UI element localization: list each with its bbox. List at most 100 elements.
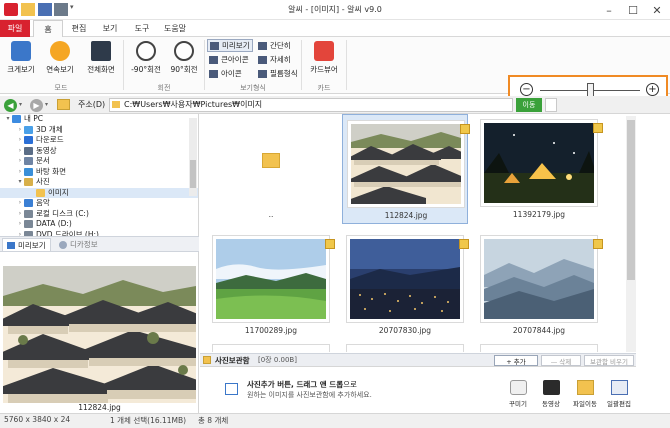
rotate-left-label: -90°회전: [131, 65, 161, 74]
expand-arrow-icon[interactable]: ›: [16, 156, 24, 167]
album-add-button[interactable]: + 추가: [494, 355, 538, 366]
tab-help[interactable]: 도움말: [158, 20, 192, 37]
file-cell-112824[interactable]: 112824.jpg: [342, 114, 470, 224]
rotate-right-button[interactable]: 90°회전: [166, 41, 202, 75]
tree-item[interactable]: › 바탕 화면: [0, 167, 198, 178]
pictures-icon: [24, 178, 33, 187]
tab-camera-info[interactable]: 디카정보: [55, 238, 102, 251]
details-icon: [258, 55, 267, 64]
minimize-button[interactable]: –: [598, 0, 620, 20]
view-simple-option[interactable]: 간단히: [256, 39, 293, 52]
tree-item-label: 음악: [36, 198, 50, 207]
forward-icon[interactable]: ▶: [30, 99, 43, 112]
file-name: 11392179.jpg: [512, 210, 566, 219]
forward-dropdown-icon[interactable]: ▾: [45, 101, 48, 108]
slideshow-label: 연속보기: [46, 65, 74, 74]
file-name: 20707844.jpg: [512, 326, 566, 335]
thumbnail: [480, 235, 603, 323]
fullscreen-button[interactable]: 전체화면: [82, 41, 120, 75]
flag-icon: [459, 239, 469, 249]
desktop-icon: [24, 167, 33, 176]
maximize-button[interactable]: ☐: [622, 0, 644, 20]
tree-item[interactable]: › 문서: [0, 156, 198, 167]
tree-scroll-thumb[interactable]: [190, 160, 196, 188]
file-name: 20707830.jpg: [378, 326, 432, 335]
rotate-left-button[interactable]: -90°회전: [127, 41, 165, 75]
up-folder-icon[interactable]: [57, 99, 70, 110]
expand-arrow-icon[interactable]: ›: [16, 135, 24, 146]
zoom-thumb[interactable]: [587, 83, 594, 97]
preview-pane: [0, 252, 199, 413]
view-filmstrip-option[interactable]: 필름형식: [256, 67, 300, 80]
tree-item[interactable]: 이미지: [0, 187, 198, 198]
decorate-button[interactable]: 꾸미기: [504, 380, 532, 408]
album-icon: [203, 356, 211, 364]
address-input[interactable]: C:₩Users₩사용자₩Pictures₩이미지: [109, 98, 513, 112]
tree-item[interactable]: › 동영상: [0, 146, 198, 157]
tree-item[interactable]: ▾ 사진: [0, 177, 198, 188]
hanok-thumbnail-image: [351, 124, 461, 204]
expand-arrow-icon[interactable]: ›: [16, 219, 24, 230]
move-files-button[interactable]: 파일이동: [570, 380, 600, 408]
tree-item-label: 로컬 디스크 (C:): [36, 208, 89, 218]
refresh-icon[interactable]: [545, 98, 557, 112]
batch-edit-button[interactable]: 일괄편집: [604, 380, 634, 408]
slideshow-button[interactable]: 연속보기: [42, 41, 78, 75]
film-icon: [542, 380, 560, 395]
view-icons-option[interactable]: 아이콘: [207, 67, 244, 80]
card-viewer-button[interactable]: 카드뷰어: [305, 41, 343, 75]
tab-preview[interactable]: 미리보기: [2, 238, 51, 251]
tab-home[interactable]: 홈: [33, 20, 63, 38]
large-view-button[interactable]: 크게보기: [4, 41, 38, 75]
view-preview-option[interactable]: 미리보기: [207, 39, 253, 52]
thumbnail-partial: [212, 344, 330, 352]
view-large-icons-option[interactable]: 큰아이콘: [207, 53, 251, 66]
go-button[interactable]: 이동: [516, 98, 542, 112]
thumbnail: [480, 119, 603, 207]
album-delete-button[interactable]: — 삭제: [541, 355, 581, 366]
preview-image: [3, 266, 196, 403]
tree-item[interactable]: › 로컬 디스크 (C:): [0, 209, 198, 220]
expand-arrow-icon[interactable]: ›: [16, 198, 24, 209]
tab-tools[interactable]: 도구: [127, 20, 157, 37]
expand-arrow-icon[interactable]: ›: [16, 146, 24, 157]
grid-scroll-thumb[interactable]: [627, 120, 635, 280]
tab-edit[interactable]: 편집: [64, 20, 94, 37]
close-button[interactable]: ✕: [646, 0, 668, 20]
view-details-option[interactable]: 자세히: [256, 53, 293, 66]
video-button[interactable]: 동영상: [537, 380, 565, 408]
expand-arrow-icon[interactable]: ▾: [4, 114, 12, 125]
expand-arrow-icon[interactable]: ›: [16, 209, 24, 220]
file-cell-20707830[interactable]: 20707830.jpg: [342, 230, 469, 340]
group-label-card: 카드: [317, 84, 331, 92]
flag-icon: [593, 239, 603, 249]
view-details-label: 자세히: [270, 55, 291, 64]
tab-preview-label: 미리보기: [18, 240, 46, 250]
file-cell-11392179[interactable]: 11392179.jpg: [476, 114, 603, 224]
document-icon: [24, 157, 33, 166]
album-clear-button[interactable]: 보관함 비우기: [584, 355, 634, 366]
zoom-out-button[interactable]: −: [520, 83, 533, 96]
file-cell-11700289[interactable]: 11700289.jpg: [208, 230, 335, 340]
zoom-in-button[interactable]: +: [646, 83, 659, 96]
tree-item[interactable]: ▾ 내 PC: [0, 114, 198, 125]
expand-arrow-icon[interactable]: ›: [16, 167, 24, 178]
status-total: 총 8 개체: [198, 416, 229, 425]
tab-view[interactable]: 보기: [95, 20, 125, 37]
thumbnail-partial: [480, 344, 598, 352]
file-cell-parent[interactable]: ..: [208, 114, 334, 224]
tree-item[interactable]: › 3D 개체: [0, 125, 198, 136]
expand-arrow-icon[interactable]: ▾: [16, 177, 24, 188]
tree-item[interactable]: › DATA (D:): [0, 219, 198, 230]
meadow-thumbnail-image: [216, 239, 326, 319]
tree-item[interactable]: › 다운로드: [0, 135, 198, 146]
back-icon[interactable]: ◀: [4, 99, 17, 112]
expand-arrow-icon[interactable]: ›: [16, 125, 24, 136]
tab-file[interactable]: 파일: [0, 20, 30, 37]
tree-item[interactable]: › 음악: [0, 198, 198, 209]
file-cell-20707844[interactable]: 20707844.jpg: [476, 230, 603, 340]
back-dropdown-icon[interactable]: ▾: [19, 101, 22, 108]
rotate-right-icon: [174, 41, 194, 61]
file-grid: .. 112824.jpg 11392179.jpg 11700289.jpg …: [200, 114, 636, 352]
tab-camera-info-label: 디카정보: [70, 240, 98, 249]
